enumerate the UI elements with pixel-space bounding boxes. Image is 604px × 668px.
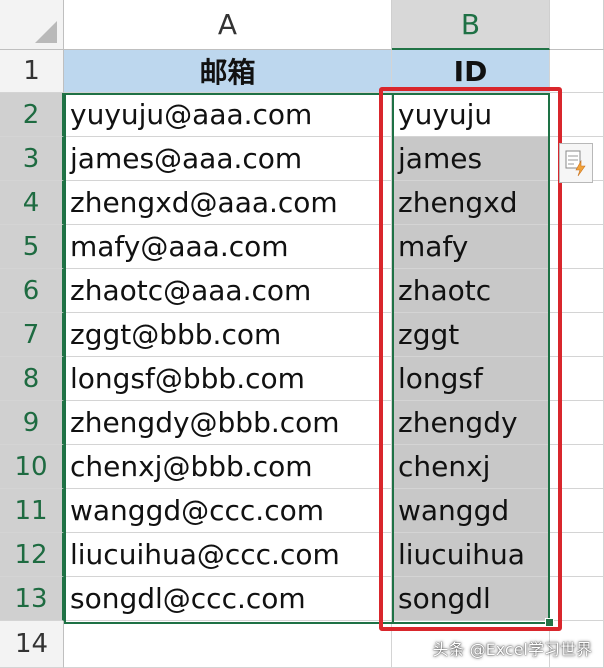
empty-cell[interactable] xyxy=(550,225,604,269)
row-header-1[interactable]: 1 xyxy=(0,50,64,93)
flash-fill-options-button[interactable] xyxy=(559,143,593,183)
email-cell[interactable]: zggt@bbb.com xyxy=(64,313,392,357)
row-header[interactable]: 7 xyxy=(0,313,64,357)
column-header-a[interactable]: A xyxy=(64,0,392,50)
id-cell[interactable]: liucuihua xyxy=(392,533,550,577)
email-cell[interactable]: zhaotc@aaa.com xyxy=(64,269,392,313)
email-cell[interactable]: wanggd@ccc.com xyxy=(64,489,392,533)
email-cell[interactable]: liucuihua@ccc.com xyxy=(64,533,392,577)
empty-cell[interactable] xyxy=(550,577,604,621)
id-cell[interactable]: zggt xyxy=(392,313,550,357)
empty-cell[interactable] xyxy=(550,181,604,225)
email-cell[interactable]: yuyuju@aaa.com xyxy=(64,93,392,137)
empty-cell[interactable] xyxy=(550,50,604,93)
id-cell[interactable]: zhengxd xyxy=(392,181,550,225)
empty-cell[interactable] xyxy=(64,621,392,668)
empty-cell[interactable] xyxy=(550,93,604,137)
header-cell-id[interactable]: ID xyxy=(392,50,550,93)
row-header[interactable]: 11 xyxy=(0,489,64,533)
id-cell[interactable]: longsf xyxy=(392,357,550,401)
empty-cell[interactable] xyxy=(550,401,604,445)
email-cell[interactable]: james@aaa.com xyxy=(64,137,392,181)
row-header[interactable]: 2 xyxy=(0,93,64,137)
row-header-14[interactable]: 14 xyxy=(0,621,64,668)
email-cell[interactable]: songdl@ccc.com xyxy=(64,577,392,621)
flash-fill-options-icon xyxy=(565,150,586,177)
spreadsheet-grid: A B 1 邮箱 ID 2 yuyuju@aaa.com yuyuju 3 james@… xyxy=(0,0,604,668)
row-header[interactable]: 10 xyxy=(0,445,64,489)
row-header[interactable]: 8 xyxy=(0,357,64,401)
select-all-corner[interactable] xyxy=(0,0,64,50)
email-cell[interactable]: mafy@aaa.com xyxy=(64,225,392,269)
column-header-c[interactable] xyxy=(550,0,604,50)
id-cell[interactable]: zhengdy xyxy=(392,401,550,445)
empty-cell[interactable] xyxy=(550,533,604,577)
empty-cell[interactable] xyxy=(550,445,604,489)
row-header[interactable]: 6 xyxy=(0,269,64,313)
row-header[interactable]: 13 xyxy=(0,577,64,621)
email-cell[interactable]: zhengxd@aaa.com xyxy=(64,181,392,225)
row-header[interactable]: 12 xyxy=(0,533,64,577)
empty-cell[interactable] xyxy=(550,489,604,533)
id-cell[interactable]: mafy xyxy=(392,225,550,269)
header-cell-email[interactable]: 邮箱 xyxy=(64,50,392,93)
email-cell[interactable]: longsf@bbb.com xyxy=(64,357,392,401)
column-header-b[interactable]: B xyxy=(392,0,550,50)
empty-cell[interactable] xyxy=(550,357,604,401)
watermark: 头条 @Excel学习世界 xyxy=(432,640,592,659)
id-cell[interactable]: chenxj xyxy=(392,445,550,489)
email-cell[interactable]: zhengdy@bbb.com xyxy=(64,401,392,445)
row-header[interactable]: 5 xyxy=(0,225,64,269)
id-cell[interactable]: wanggd xyxy=(392,489,550,533)
id-cell[interactable]: zhaotc xyxy=(392,269,550,313)
empty-cell[interactable] xyxy=(550,313,604,357)
id-cell[interactable]: songdl xyxy=(392,577,550,621)
fill-handle[interactable] xyxy=(545,618,554,627)
row-header[interactable]: 9 xyxy=(0,401,64,445)
row-header[interactable]: 3 xyxy=(0,137,64,181)
id-cell[interactable]: james xyxy=(392,137,550,181)
row-header[interactable]: 4 xyxy=(0,181,64,225)
empty-cell[interactable] xyxy=(550,269,604,313)
email-cell[interactable]: chenxj@bbb.com xyxy=(64,445,392,489)
id-cell[interactable]: yuyuju xyxy=(392,93,550,137)
